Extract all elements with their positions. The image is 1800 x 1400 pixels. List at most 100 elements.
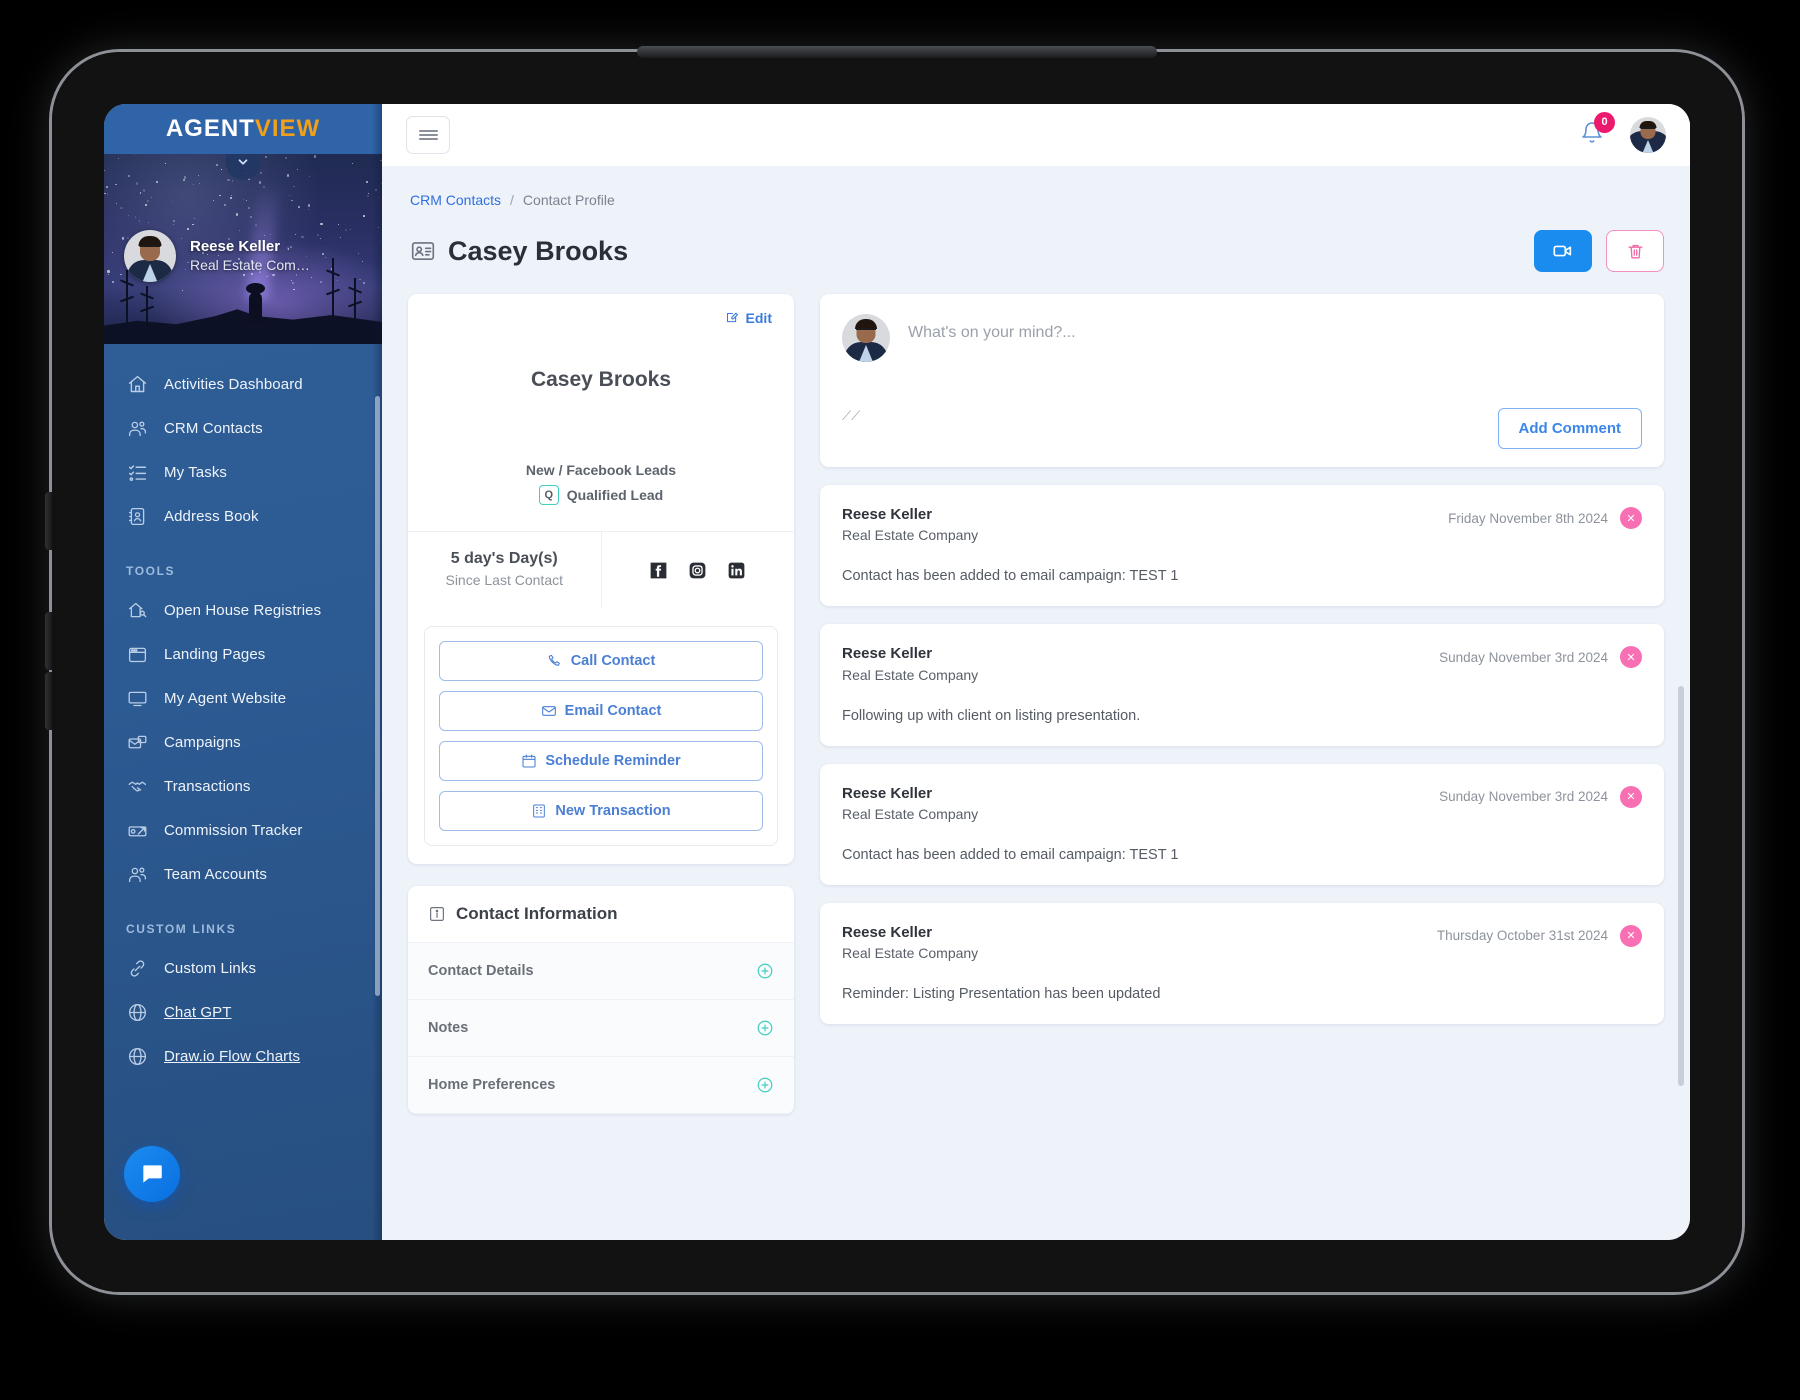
user-avatar[interactable] <box>1630 117 1666 153</box>
tablet-screen: AGENT VIEW Reese Keller Real Estate Com…… <box>104 104 1690 1240</box>
sidebar-item-activities-dashboard[interactable]: Activities Dashboard <box>104 362 382 406</box>
schedule-reminder-button[interactable]: Schedule Reminder <box>439 741 763 781</box>
notifications-button[interactable]: 0 <box>1580 111 1615 150</box>
top-bar: 0 <box>382 104 1690 166</box>
address-book-icon <box>126 505 148 527</box>
volume-up-button[interactable] <box>45 492 52 550</box>
accordion-label: Contact Details <box>428 963 534 979</box>
feed-meta: Sunday November 3rd 2024 ✕ <box>1439 784 1642 808</box>
feed-author: Reese Keller <box>842 784 933 802</box>
contact-information-card: Contact Information Contact Details Note… <box>408 886 794 1114</box>
sidebar-profile-company: Real Estate Com… <box>190 257 310 274</box>
instagram-icon[interactable] <box>687 560 708 581</box>
comment-composer-card: ⟋⟋ Add Comment <box>820 294 1664 467</box>
chat-widget-button[interactable] <box>124 1146 180 1202</box>
comment-input[interactable] <box>908 314 1642 406</box>
activity-feed-item: Reese Keller Real Estate Company Friday … <box>820 485 1664 607</box>
tasks-icon <box>126 461 148 483</box>
add-comment-button[interactable]: Add Comment <box>1497 408 1642 449</box>
sidebar-item-address-book[interactable]: Address Book <box>104 494 382 538</box>
feed-company: Real Estate Company <box>842 805 979 822</box>
video-call-button[interactable] <box>1534 230 1592 272</box>
sidebar-item-label: Address Book <box>164 507 259 525</box>
team-icon <box>126 863 148 885</box>
expand-plus-icon[interactable] <box>756 1019 774 1037</box>
feed-body: Contact has been added to email campaign… <box>842 568 1179 585</box>
sidebar-item-custom-links[interactable]: Custom Links <box>104 946 382 990</box>
delete-activity-close-icon[interactable]: ✕ <box>1620 924 1642 947</box>
sidebar-item-chat-gpt[interactable]: Chat GPT <box>104 990 382 1034</box>
status-badge: Q <box>538 485 559 505</box>
resize-grip-icon[interactable]: ⟋⟋ <box>842 408 860 424</box>
sidebar-item-commission-tracker[interactable]: Commission Tracker <box>104 808 382 852</box>
sidebar-item-label: Team Accounts <box>164 865 268 883</box>
sidebar-item-label: Commission Tracker <box>164 821 303 839</box>
composer-avatar <box>842 314 890 362</box>
accordion-label: Home Preferences <box>428 1077 556 1093</box>
feed-company: Real Estate Company <box>842 527 979 544</box>
notification-count-badge: 0 <box>1594 111 1615 133</box>
sidebar-item-team-accounts[interactable]: Team Accounts <box>104 852 382 896</box>
sidebar-item-crm-contacts[interactable]: CRM Contacts <box>104 406 382 450</box>
expand-plus-icon[interactable] <box>756 1076 774 1094</box>
sidebar-item-my-tasks[interactable]: My Tasks <box>104 450 382 494</box>
breadcrumb: CRM Contacts / Contact Profile <box>408 186 1664 208</box>
content-scrollbar[interactable] <box>1678 686 1684 1086</box>
call-contact-button[interactable]: Call Contact <box>439 641 763 681</box>
volume-down-button[interactable] <box>45 612 52 670</box>
contacts-icon <box>126 417 148 439</box>
accordion-row-home-preferences[interactable]: Home Preferences <box>408 1057 794 1114</box>
edit-label: Edit <box>745 310 772 326</box>
page-title: Casey Brooks <box>448 235 629 266</box>
sidebar-item-drawio-flow-charts[interactable]: Draw.io Flow Charts <box>104 1034 382 1078</box>
activity-feed-item: Reese Keller Real Estate Company Thursda… <box>820 902 1664 1024</box>
sidebar-navigation: Activities Dashboard CRM Contacts My Tas… <box>104 344 382 1240</box>
composer-bottom: ⟋⟋ Add Comment <box>842 408 1642 449</box>
globe-icon <box>126 1001 148 1023</box>
right-column: ⟋⟋ Add Comment Reese Keller Real Estate … <box>820 294 1664 1024</box>
breadcrumb-link-crm-contacts[interactable]: CRM Contacts <box>410 192 501 208</box>
delete-contact-button[interactable] <box>1606 230 1664 272</box>
feed-meta: Friday November 8th 2024 ✕ <box>1448 505 1642 529</box>
sidebar-item-landing-pages[interactable]: Landing Pages <box>104 632 382 676</box>
days-label: Since Last Contact <box>445 572 563 588</box>
new-transaction-button[interactable]: New Transaction <box>439 791 763 831</box>
menu-toggle-button[interactable] <box>406 116 450 154</box>
info-icon <box>428 905 446 923</box>
sidebar-profile[interactable]: Reese Keller Real Estate Com… <box>124 230 310 282</box>
content-scroll-area: CRM Contacts / Contact Profile Casey Bro… <box>382 166 1690 1240</box>
linkedin-icon[interactable] <box>726 560 747 581</box>
accordion-row-contact-details[interactable]: Contact Details <box>408 943 794 1000</box>
facebook-icon[interactable] <box>648 560 669 581</box>
sidebar-item-open-house-registries[interactable]: Open House Registries <box>104 588 382 632</box>
sidebar-item-label: Landing Pages <box>164 645 266 663</box>
feed-body: Reminder: Listing Presentation has been … <box>842 986 1161 1002</box>
sidebar-item-campaigns[interactable]: Campaigns <box>104 720 382 764</box>
edit-contact-button[interactable]: Edit <box>725 310 772 326</box>
activity-feed-item: Reese Keller Real Estate Company Sunday … <box>820 624 1664 746</box>
feed-header: Reese Keller Real Estate Company Sunday … <box>842 644 1642 685</box>
delete-activity-close-icon[interactable]: ✕ <box>1620 646 1642 669</box>
feed-meta: Thursday October 31st 2024 ✕ <box>1437 923 1642 947</box>
calendar-icon <box>522 754 536 768</box>
contact-information-title: Contact Information <box>456 904 618 923</box>
sidebar-item-transactions[interactable]: Transactions <box>104 764 382 808</box>
sidebar-scrollbar[interactable] <box>375 396 380 996</box>
tree-silhouette <box>145 286 148 344</box>
delete-activity-close-icon[interactable]: ✕ <box>1620 507 1642 529</box>
accordion-row-notes[interactable]: Notes <box>408 1000 794 1057</box>
contact-source: New / Facebook Leads <box>525 462 677 478</box>
app-logo[interactable]: AGENT VIEW <box>104 104 382 154</box>
expand-plus-icon[interactable] <box>756 962 774 980</box>
monitor-icon <box>126 687 148 709</box>
action-label: Email Contact <box>564 703 662 719</box>
sidebar-item-label: Custom Links <box>164 959 257 977</box>
contact-summary-card: Edit Casey Brooks New / Facebook Leads Q… <box>408 294 794 864</box>
sidebar-item-my-agent-website[interactable]: My Agent Website <box>104 676 382 720</box>
feed-date: Thursday October 31st 2024 <box>1436 928 1608 944</box>
power-button[interactable] <box>45 672 52 730</box>
email-contact-button[interactable]: Email Contact <box>439 691 763 731</box>
delete-activity-close-icon[interactable]: ✕ <box>1620 785 1642 808</box>
sidebar-item-label: Chat GPT <box>164 1003 232 1021</box>
sidebar-item-label: Open House Registries <box>164 601 322 619</box>
